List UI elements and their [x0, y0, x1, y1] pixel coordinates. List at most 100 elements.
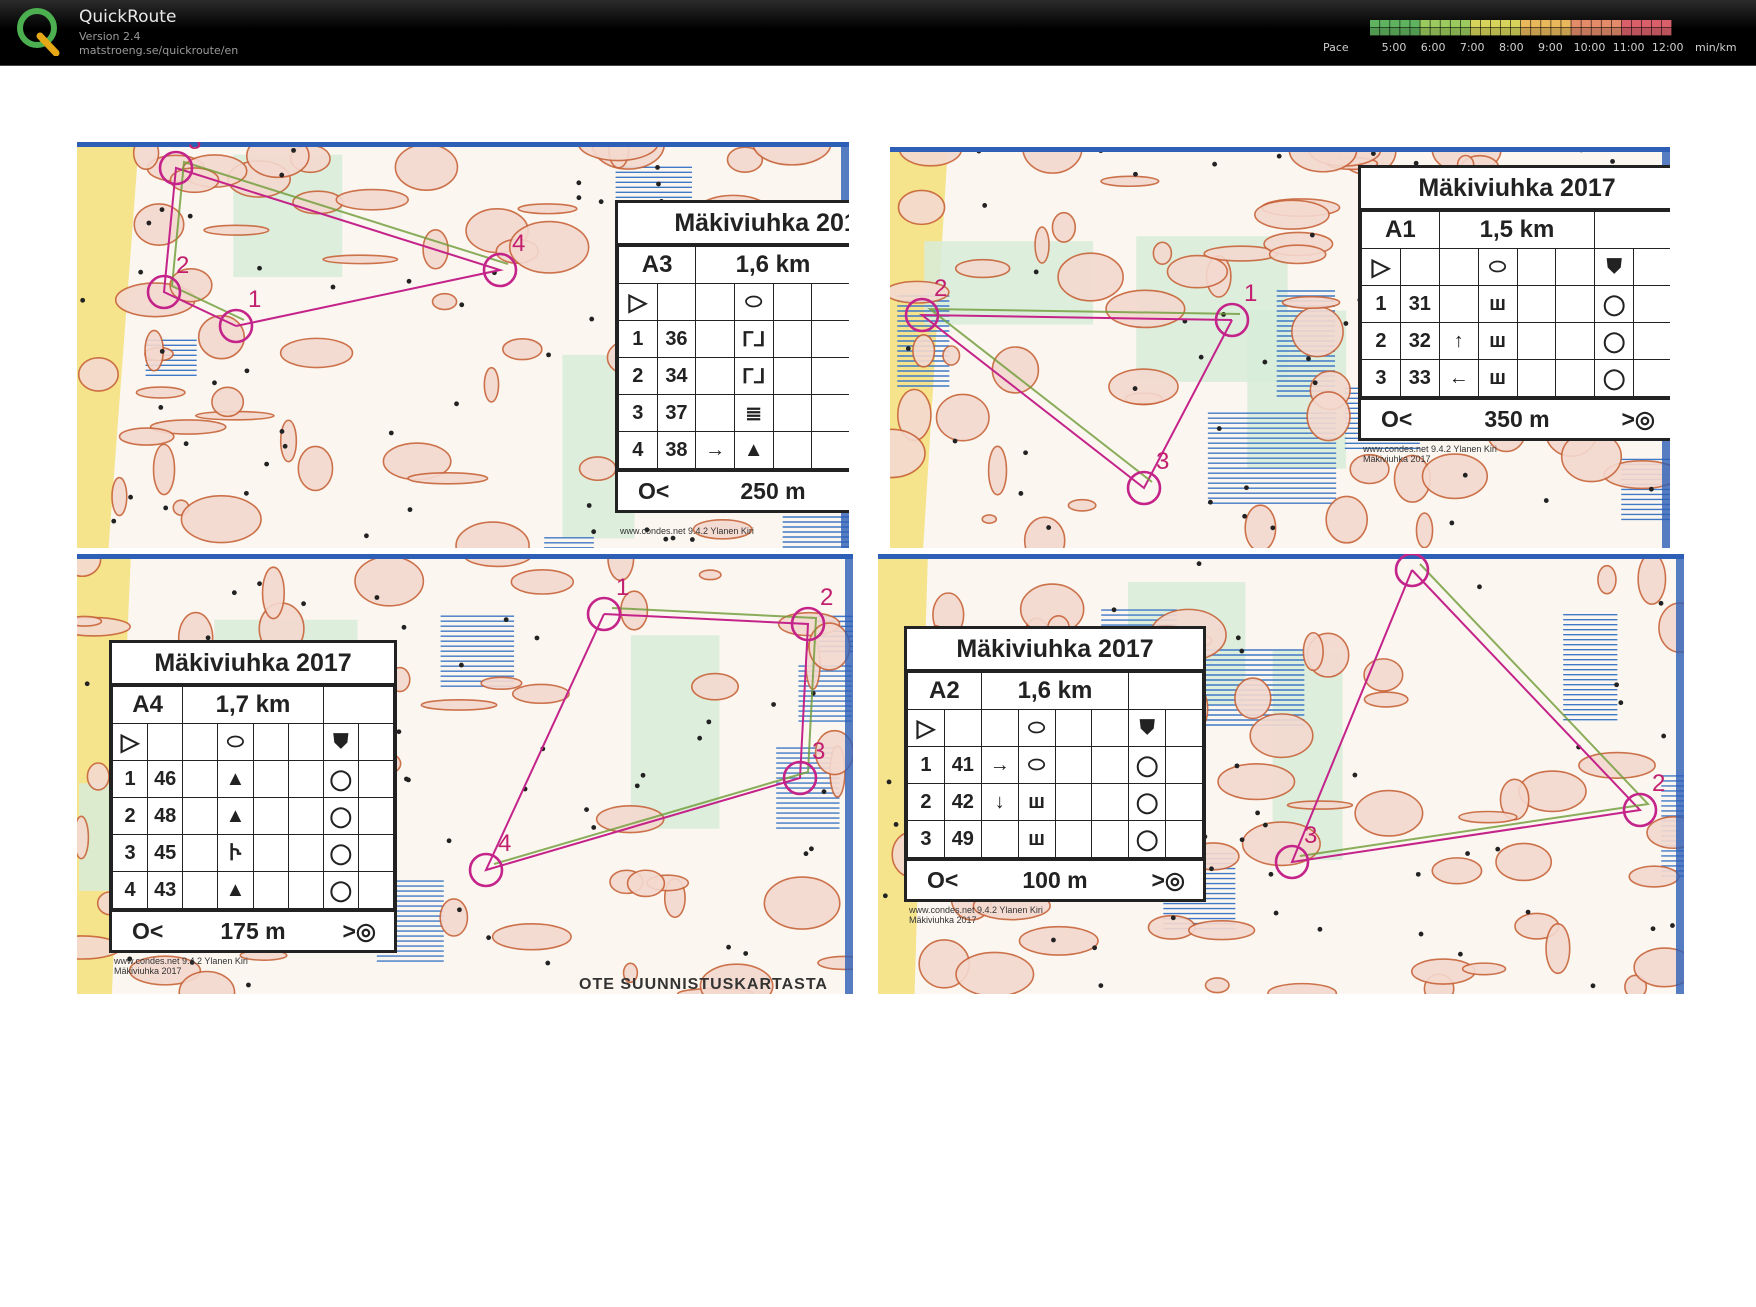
pace-scale-cell [1380, 28, 1390, 36]
feature-icon: ш [1477, 285, 1518, 323]
orienteering-map-panel[interactable]: 123Mäkiviuhka 2017A21,6 km▷⬭⛊ 1 41 → ⬭ ◯… [878, 554, 1684, 994]
course-length: 1,7 km [182, 686, 324, 724]
finish-distance: 175 m [220, 918, 286, 944]
control-seq: 1 [618, 320, 658, 358]
pace-scale-cell [1601, 20, 1611, 28]
pace-scale-cell [1541, 28, 1551, 36]
control-seq: 1 [111, 760, 149, 798]
control-code: 33 [1399, 359, 1440, 397]
description-table: A31,6 km▷⬭⛊ 1 36 ᒥᒧ ◯ 2 34 ᒥᒧ ◯ 3 37 ≣ ◯… [617, 246, 849, 469]
control-seq: 4 [111, 871, 149, 909]
description-table: A4 1,7 km ▷ ⬭ ⛊ 1 46 ▲ ◯ 2 48 ▲ ◯ 3 45 Ⴡ ◯ 4… [111, 686, 395, 909]
feature-icon: ᒥᒧ [733, 357, 774, 395]
pace-scale-cell [1470, 28, 1481, 36]
course-name: A3 [617, 246, 697, 284]
control-seq: 4 [618, 431, 658, 469]
pace-scale-cell [1651, 28, 1662, 36]
finish-start-icon: O< [927, 867, 959, 893]
pace-scale-cell [1480, 28, 1491, 36]
control-code: 49 [943, 820, 982, 858]
pace-scale-cell [1460, 28, 1471, 36]
control-number: 1 [616, 574, 630, 601]
pace-scale-cell [1420, 28, 1430, 36]
description-row: 2 32 ↑ ш ◯ [1361, 322, 1670, 360]
control-code: 41 [943, 746, 982, 784]
orienteering-map-panel[interactable]: 1 2 3 4 Mäkiviuhka 2017 A4 1,7 km ▷ ⬭ ⛊ 1 46 ▲ ◯ … [77, 554, 853, 994]
pace-scale-cell [1490, 20, 1501, 28]
pace-scale-cell [1561, 20, 1571, 28]
map-credit: www.condes.net 9.4.2 Ylanen Kiri [620, 526, 754, 536]
control-description-sheet: Mäkiviuhka 2017 A4 1,7 km ▷ ⬭ ⛊ 1 46 ▲ ◯ 2 48… [109, 640, 397, 976]
control-number: 1 [248, 286, 262, 313]
course-length: 1,5 km [1438, 211, 1596, 249]
control-code: 38 [656, 431, 697, 469]
pace-tick-label: 10:00 [1573, 41, 1606, 54]
app-title: QuickRoute [79, 7, 177, 27]
description-row: 2 48 ▲ ◯ [111, 797, 395, 835]
finish-circle-icon: >◎ [1621, 406, 1655, 432]
description-row: 2 42 ↓ ш ◯ [907, 783, 1203, 821]
feature-icon: ▲ [733, 431, 774, 469]
flag-position-icon: ◯ [322, 871, 359, 909]
pace-scale-cell [1380, 20, 1390, 28]
pace-scale-cell [1611, 28, 1622, 36]
start-feature-icon: ⬭ [217, 723, 254, 761]
control-code: 31 [1399, 285, 1440, 323]
pace-scale-cell [1370, 20, 1380, 28]
pace-scale-cell [1621, 20, 1632, 28]
feature-icon: ≣ [733, 394, 774, 432]
feature-icon: ᒥᒧ [733, 320, 774, 358]
pace-scale-cell [1661, 28, 1672, 36]
pace-scale-cell [1631, 28, 1642, 36]
feature-icon: ▲ [217, 797, 254, 835]
control-code: 48 [147, 797, 184, 835]
description-row: 1 31 ш ◯ [1361, 285, 1670, 323]
control-number: 2 [1652, 770, 1666, 797]
control-code: 45 [147, 834, 184, 872]
pace-scale-cell [1500, 20, 1511, 28]
control-code: 43 [147, 871, 184, 909]
pace-scale-cell [1390, 20, 1400, 28]
control-number: 1 [1244, 280, 1258, 307]
pace-scale-cell [1641, 20, 1652, 28]
finish-row: O<250 m>◎ [618, 469, 849, 510]
map-credit: www.condes.net 9.4.2 Ylanen Kiri Mäkiviuh… [114, 956, 248, 976]
control-number: 3 [812, 738, 826, 765]
pace-scale-cell [1661, 20, 1672, 28]
orienteering-map-panel[interactable]: 1 2 3 Mäkiviuhka 2017 A1 1,5 km ▷ ⬭ ⛊ 1 31 ш ◯ 2… [890, 147, 1670, 548]
control-seq: 3 [618, 394, 658, 432]
control-number: 2 [820, 584, 834, 611]
feature-icon: ▲ [217, 760, 254, 798]
control-seq: 2 [1361, 322, 1401, 360]
pace-scale-cell [1430, 28, 1440, 36]
direction-icon [695, 357, 735, 395]
control-seq: 1 [907, 746, 945, 784]
control-description-sheet: Mäkiviuhka 2017 A1 1,5 km ▷ ⬭ ⛊ 1 31 ш ◯ 2 32… [1358, 165, 1670, 464]
feature-icon: ш [1017, 820, 1056, 858]
control-seq: 1 [1361, 285, 1401, 323]
map-credit: www.condes.net 9.4.2 Ylanen Kiri Mäkiviuh… [1363, 444, 1497, 464]
control-code: 32 [1399, 322, 1440, 360]
course-name: A4 [111, 686, 184, 724]
orienteering-map-panel[interactable]: 1234Mäkiviuhka 2017A31,6 km▷⬭⛊ 1 36 ᒥᒧ ◯… [77, 142, 849, 548]
start-triangle-icon: ▷ [907, 709, 945, 747]
direction-icon [980, 820, 1019, 858]
description-row: 4 38 → ▲ ◯ [618, 431, 849, 469]
pace-scale-cell [1551, 20, 1561, 28]
pace-scale-cell [1591, 28, 1601, 36]
pace-scale-cell [1531, 28, 1541, 36]
description-table: A1 1,5 km ▷ ⬭ ⛊ 1 31 ш ◯ 2 32 ↑ ш ◯ 3 33 ← ш… [1361, 211, 1670, 397]
control-seq: 2 [111, 797, 149, 835]
flag-position-icon: ◯ [1594, 359, 1635, 397]
pace-scale-cell [1641, 28, 1652, 36]
top-bar: QuickRoute Version 2.4 matstroeng.se/qui… [0, 0, 1756, 66]
control-code: 37 [656, 394, 697, 432]
flag-position-icon: ◯ [1128, 783, 1167, 821]
pace-scale-cell [1651, 20, 1662, 28]
pace-tick-label: 8:00 [1498, 41, 1524, 54]
flag-position-icon: ◯ [1594, 322, 1635, 360]
direction-icon: ↓ [980, 783, 1019, 821]
control-seq: 2 [618, 357, 658, 395]
flag-position-icon: ◯ [1128, 820, 1167, 858]
flag-position-icon: ◯ [1594, 285, 1635, 323]
